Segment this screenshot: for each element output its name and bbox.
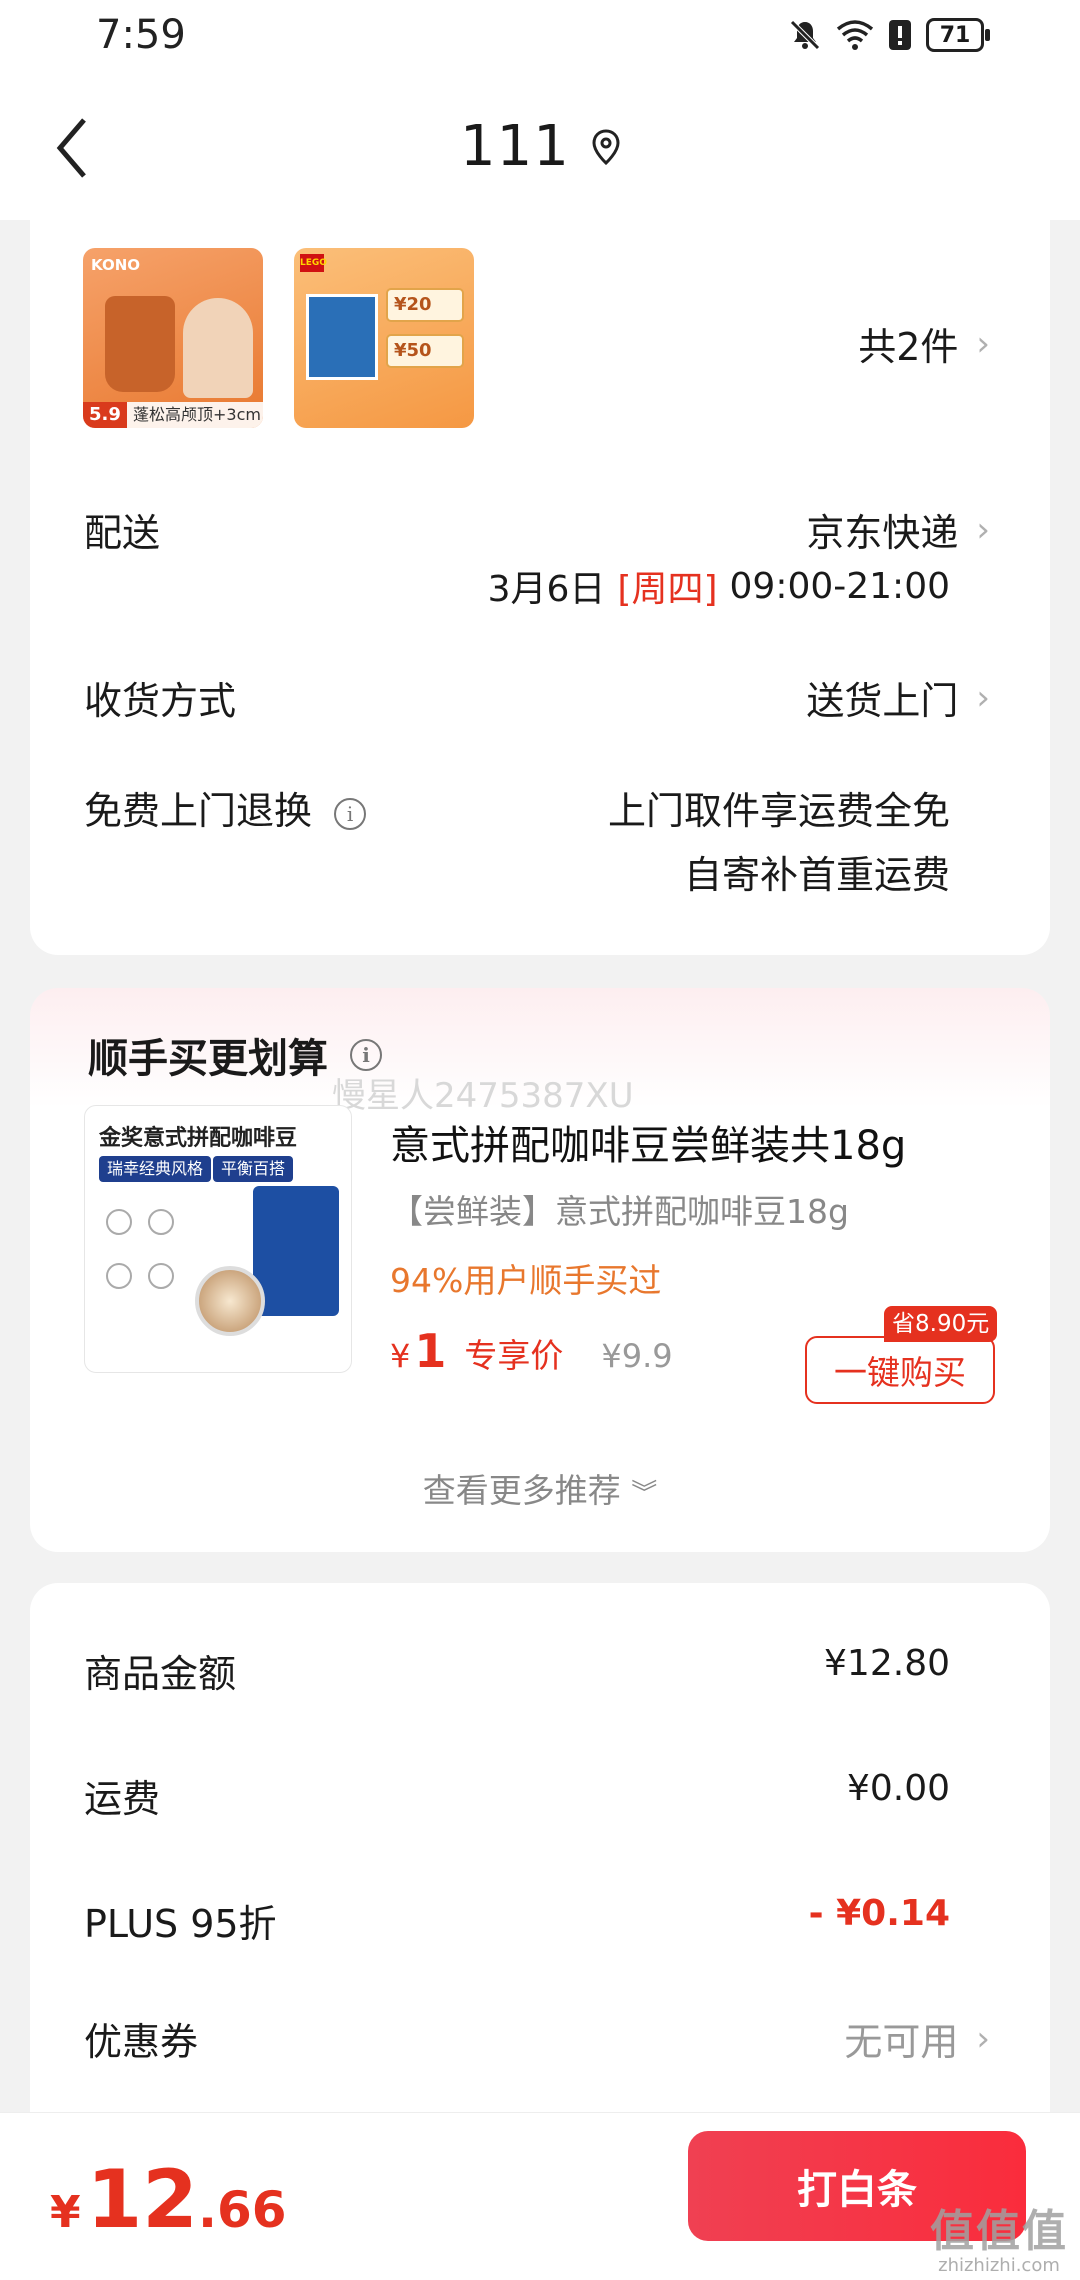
return-label: 免费上门退换: [84, 789, 313, 833]
info-icon[interactable]: i: [334, 797, 367, 830]
total-price: ¥ 12 .66: [50, 2153, 287, 2246]
coffee-cup-image: [195, 1266, 265, 1336]
delivery-method[interactable]: 京东快递 ›: [806, 502, 990, 557]
return-value-2: 自寄补首重运费: [683, 853, 950, 897]
thumb-price-tag: 5.9: [83, 402, 127, 428]
flavor-icons: [106, 1209, 174, 1289]
price: 1: [414, 1324, 447, 1378]
item-count: 共2件: [858, 325, 959, 369]
goods-amount-label: 商品金额: [84, 1652, 237, 1696]
delivery-time: 09:00-21:00: [729, 565, 950, 607]
image-title: 金奖意式拼配咖啡豆: [99, 1126, 298, 1151]
checkout-bar: ¥ 12 .66 打白条 值值值 zhizhizhi.com: [0, 2112, 1080, 2280]
product-thumbnail-kono[interactable]: KONO 蓬松高颅顶+3cm 5.9: [83, 248, 263, 428]
status-bar: 7:59 71: [0, 0, 1080, 76]
wifi-icon: [836, 20, 874, 50]
model-image: [183, 298, 253, 398]
alert-sim-icon: [889, 20, 911, 50]
coupon-label: 优惠券: [84, 2020, 199, 2064]
total-integer: 12: [86, 2153, 198, 2246]
plus-discount-label: PLUS 95折: [84, 1902, 277, 1946]
sold-hint: 94%用户顺手买过: [390, 1261, 662, 1300]
currency: ¥: [390, 1337, 411, 1375]
summary-card: 商品金额 ¥12.80 运费 ¥0.00 PLUS 95折 - ¥0.14 优惠…: [30, 1583, 1050, 2143]
total-currency: ¥: [50, 2187, 81, 2238]
delivery-label: 配送: [84, 511, 161, 555]
chevron-right-icon: ›: [976, 677, 990, 718]
delivery-value: 京东快递: [806, 511, 959, 555]
chevron-down-icon: ︾: [631, 1479, 658, 1509]
lego-box-image: [306, 294, 378, 380]
chevron-right-icon: ›: [976, 509, 990, 550]
image-tag: 平衡百搭: [213, 1156, 294, 1182]
status-icons: 71: [788, 18, 990, 52]
thumb-coupon: ¥20: [386, 288, 464, 322]
address-title: 111: [460, 114, 570, 179]
site-watermark: 值值值 zhizhizhi.com: [930, 2206, 1068, 2276]
coupon-row[interactable]: 无可用 ›: [844, 2011, 990, 2066]
receive-label: 收货方式: [84, 679, 237, 723]
price-row: ¥ 1 专享价 ¥9.9: [390, 1324, 673, 1378]
info-icon[interactable]: i: [350, 1039, 382, 1071]
image-tag: 瑞幸经典风格: [99, 1156, 212, 1182]
delivery-weekday: [周四]: [617, 569, 718, 610]
chevron-right-icon: ›: [976, 323, 990, 364]
battery-icon: 71: [926, 18, 990, 52]
user-watermark: 慢星人2475387XU: [332, 1076, 634, 1116]
receive-value: 送货上门: [806, 679, 959, 723]
status-time: 7:59: [96, 12, 186, 58]
chevron-right-icon: ›: [976, 2018, 990, 2059]
recommend-card: 顺手买更划算 i 慢星人2475387XU 金奖意式拼配咖啡豆 瑞幸经典风格 平衡…: [30, 988, 1050, 1552]
lego-logo: LEGO: [300, 254, 327, 272]
shipping-label: 运费: [84, 1777, 161, 1821]
coupon-value: 无可用: [844, 2020, 959, 2064]
product-thumbnail-lego[interactable]: LEGO ¥20 ¥50: [294, 248, 474, 428]
product-image[interactable]: 金奖意式拼配咖啡豆 瑞幸经典风格 平衡百搭: [84, 1105, 352, 1373]
receive-method[interactable]: 送货上门 ›: [806, 670, 990, 725]
return-row: 免费上门退换 i: [84, 780, 367, 835]
order-card: KONO 蓬松高颅顶+3cm 5.9 LEGO ¥20 ¥50 共2件 › 配送…: [30, 220, 1050, 955]
more-recommend-link[interactable]: 查看更多推荐 ︾: [30, 1464, 1050, 1512]
product-subtitle: 【尝鲜装】意式拼配咖啡豆18g: [390, 1192, 849, 1231]
page-title[interactable]: 111: [0, 114, 1080, 179]
return-value-1: 上门取件享运费全免: [607, 789, 950, 833]
bell-muted-icon: [790, 20, 820, 50]
price-label: 专享价: [464, 1336, 564, 1375]
one-click-buy-button[interactable]: 一键购买: [805, 1336, 995, 1404]
total-decimal: .66: [197, 2181, 287, 2239]
goods-amount-value: ¥12.80: [824, 1643, 950, 1684]
item-count-link[interactable]: 共2件 ›: [858, 316, 990, 371]
plus-discount-value: - ¥0.14: [808, 1893, 950, 1934]
thumb-coupon: ¥50: [386, 334, 464, 368]
product-pouch-image: [105, 296, 175, 392]
coffee-bag-image: [253, 1186, 339, 1316]
product-name[interactable]: 意式拼配咖啡豆尝鲜装共18g: [390, 1113, 906, 1171]
header: 111: [0, 76, 1080, 220]
shipping-value: ¥0.00: [846, 1768, 950, 1809]
original-price: ¥9.9: [601, 1337, 673, 1375]
location-pin-icon: [592, 128, 620, 165]
delivery-date: 3月6日: [487, 569, 606, 610]
save-badge: 省8.90元: [884, 1306, 998, 1342]
thumb-brand: KONO: [91, 256, 141, 274]
delivery-time-row[interactable]: 3月6日 [周四] 09:00-21:00: [488, 560, 950, 612]
